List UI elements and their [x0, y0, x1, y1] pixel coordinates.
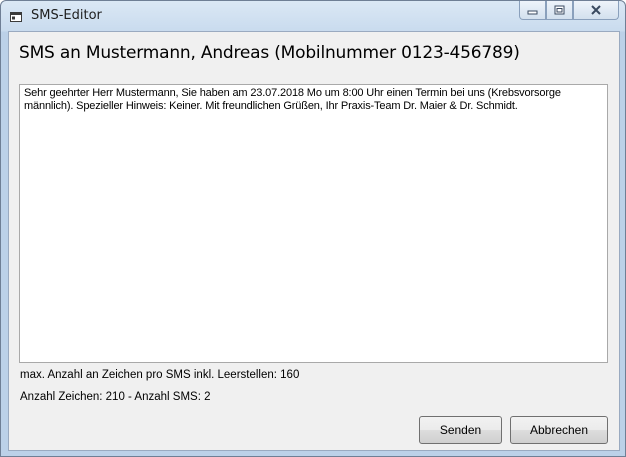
- sms-editor-window: SMS-Editor SMS an Mustermann, Andreas (M…: [0, 0, 626, 457]
- caption-buttons: [519, 1, 619, 21]
- dialog-client-area: SMS an Mustermann, Andreas (Mobilnummer …: [8, 31, 620, 451]
- recipient-heading: SMS an Mustermann, Andreas (Mobilnummer …: [19, 43, 520, 63]
- char-count-label: Anzahl Zeichen: 210 - Anzahl SMS: 2: [20, 391, 211, 403]
- sms-window-icon: [9, 9, 23, 23]
- close-button[interactable]: [573, 1, 619, 20]
- minimize-icon: [527, 10, 538, 14]
- window-title: SMS-Editor: [31, 8, 102, 23]
- sms-message-textarea[interactable]: Sehr geehrter Herr Mustermann, Sie haben…: [19, 84, 608, 363]
- maximize-button[interactable]: [546, 1, 573, 20]
- minimize-button[interactable]: [519, 1, 546, 20]
- title-bar[interactable]: SMS-Editor: [1, 1, 625, 31]
- cancel-button[interactable]: Abbrechen: [510, 416, 608, 444]
- close-icon: [591, 5, 601, 15]
- send-button[interactable]: Senden: [419, 416, 502, 444]
- max-chars-label: max. Anzahl an Zeichen pro SMS inkl. Lee…: [20, 369, 300, 381]
- maximize-icon: [554, 5, 565, 15]
